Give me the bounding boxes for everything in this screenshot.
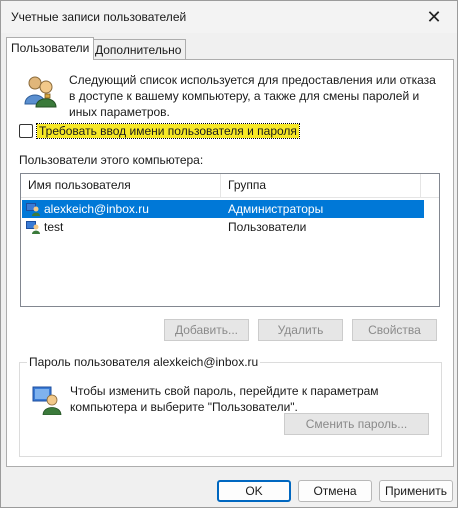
column-header-username[interactable]: Имя пользователя	[21, 174, 221, 197]
intro-text: Следующий список используется для предос…	[69, 73, 436, 119]
user-icon	[26, 221, 40, 234]
cancel-button[interactable]: Отмена	[298, 480, 372, 502]
password-groupbox: Пароль пользователя alexkeich@inbox.ru Ч…	[19, 355, 442, 457]
require-login-label[interactable]: Требовать ввод имени пользователя и паро…	[36, 123, 300, 139]
window-title: Учетные записи пользователей	[11, 10, 187, 24]
tab-advanced[interactable]: Дополнительно	[90, 39, 187, 59]
change-password-button[interactable]: Сменить пароль...	[284, 413, 429, 435]
ok-button[interactable]: OK	[217, 480, 291, 502]
properties-button[interactable]: Свойства	[352, 319, 437, 341]
close-button[interactable]: ✕	[411, 1, 457, 33]
remove-user-button[interactable]: Удалить	[258, 319, 343, 341]
apply-button[interactable]: Применить	[379, 480, 453, 502]
users-icon	[24, 76, 57, 108]
user-group: Пользователи	[228, 220, 307, 234]
user-name: test	[44, 220, 64, 234]
add-user-button[interactable]: Добавить...	[164, 319, 249, 341]
table-row[interactable]: test Пользователи	[22, 218, 424, 236]
users-listview[interactable]: Имя пользователя Группа alexkeich@inbox.…	[20, 173, 440, 307]
close-icon: ✕	[426, 6, 442, 27]
column-header-group[interactable]: Группа	[221, 174, 421, 197]
user-group: Администраторы	[228, 202, 324, 216]
user-icon	[26, 203, 40, 216]
require-login-checkbox[interactable]	[19, 124, 33, 138]
title-bar: Учетные записи пользователей ✕	[1, 1, 457, 33]
user-password-icon	[32, 386, 62, 415]
require-login-row[interactable]: Требовать ввод имени пользователя и паро…	[19, 123, 300, 139]
users-list-label: Пользователи этого компьютера:	[19, 153, 204, 167]
users-tab-panel: Следующий список используется для предос…	[6, 59, 454, 467]
tab-users[interactable]: Пользователи	[6, 37, 95, 60]
password-group-title: Пароль пользователя alexkeich@inbox.ru	[27, 355, 261, 369]
listview-header: Имя пользователя Группа	[21, 174, 439, 198]
user-accounts-dialog: Учетные записи пользователей ✕ Пользоват…	[0, 0, 458, 508]
password-instructions: Чтобы изменить свой пароль, перейдите к …	[70, 384, 379, 414]
table-row[interactable]: alexkeich@inbox.ru Администраторы	[22, 200, 424, 218]
user-name: alexkeich@inbox.ru	[44, 202, 149, 216]
